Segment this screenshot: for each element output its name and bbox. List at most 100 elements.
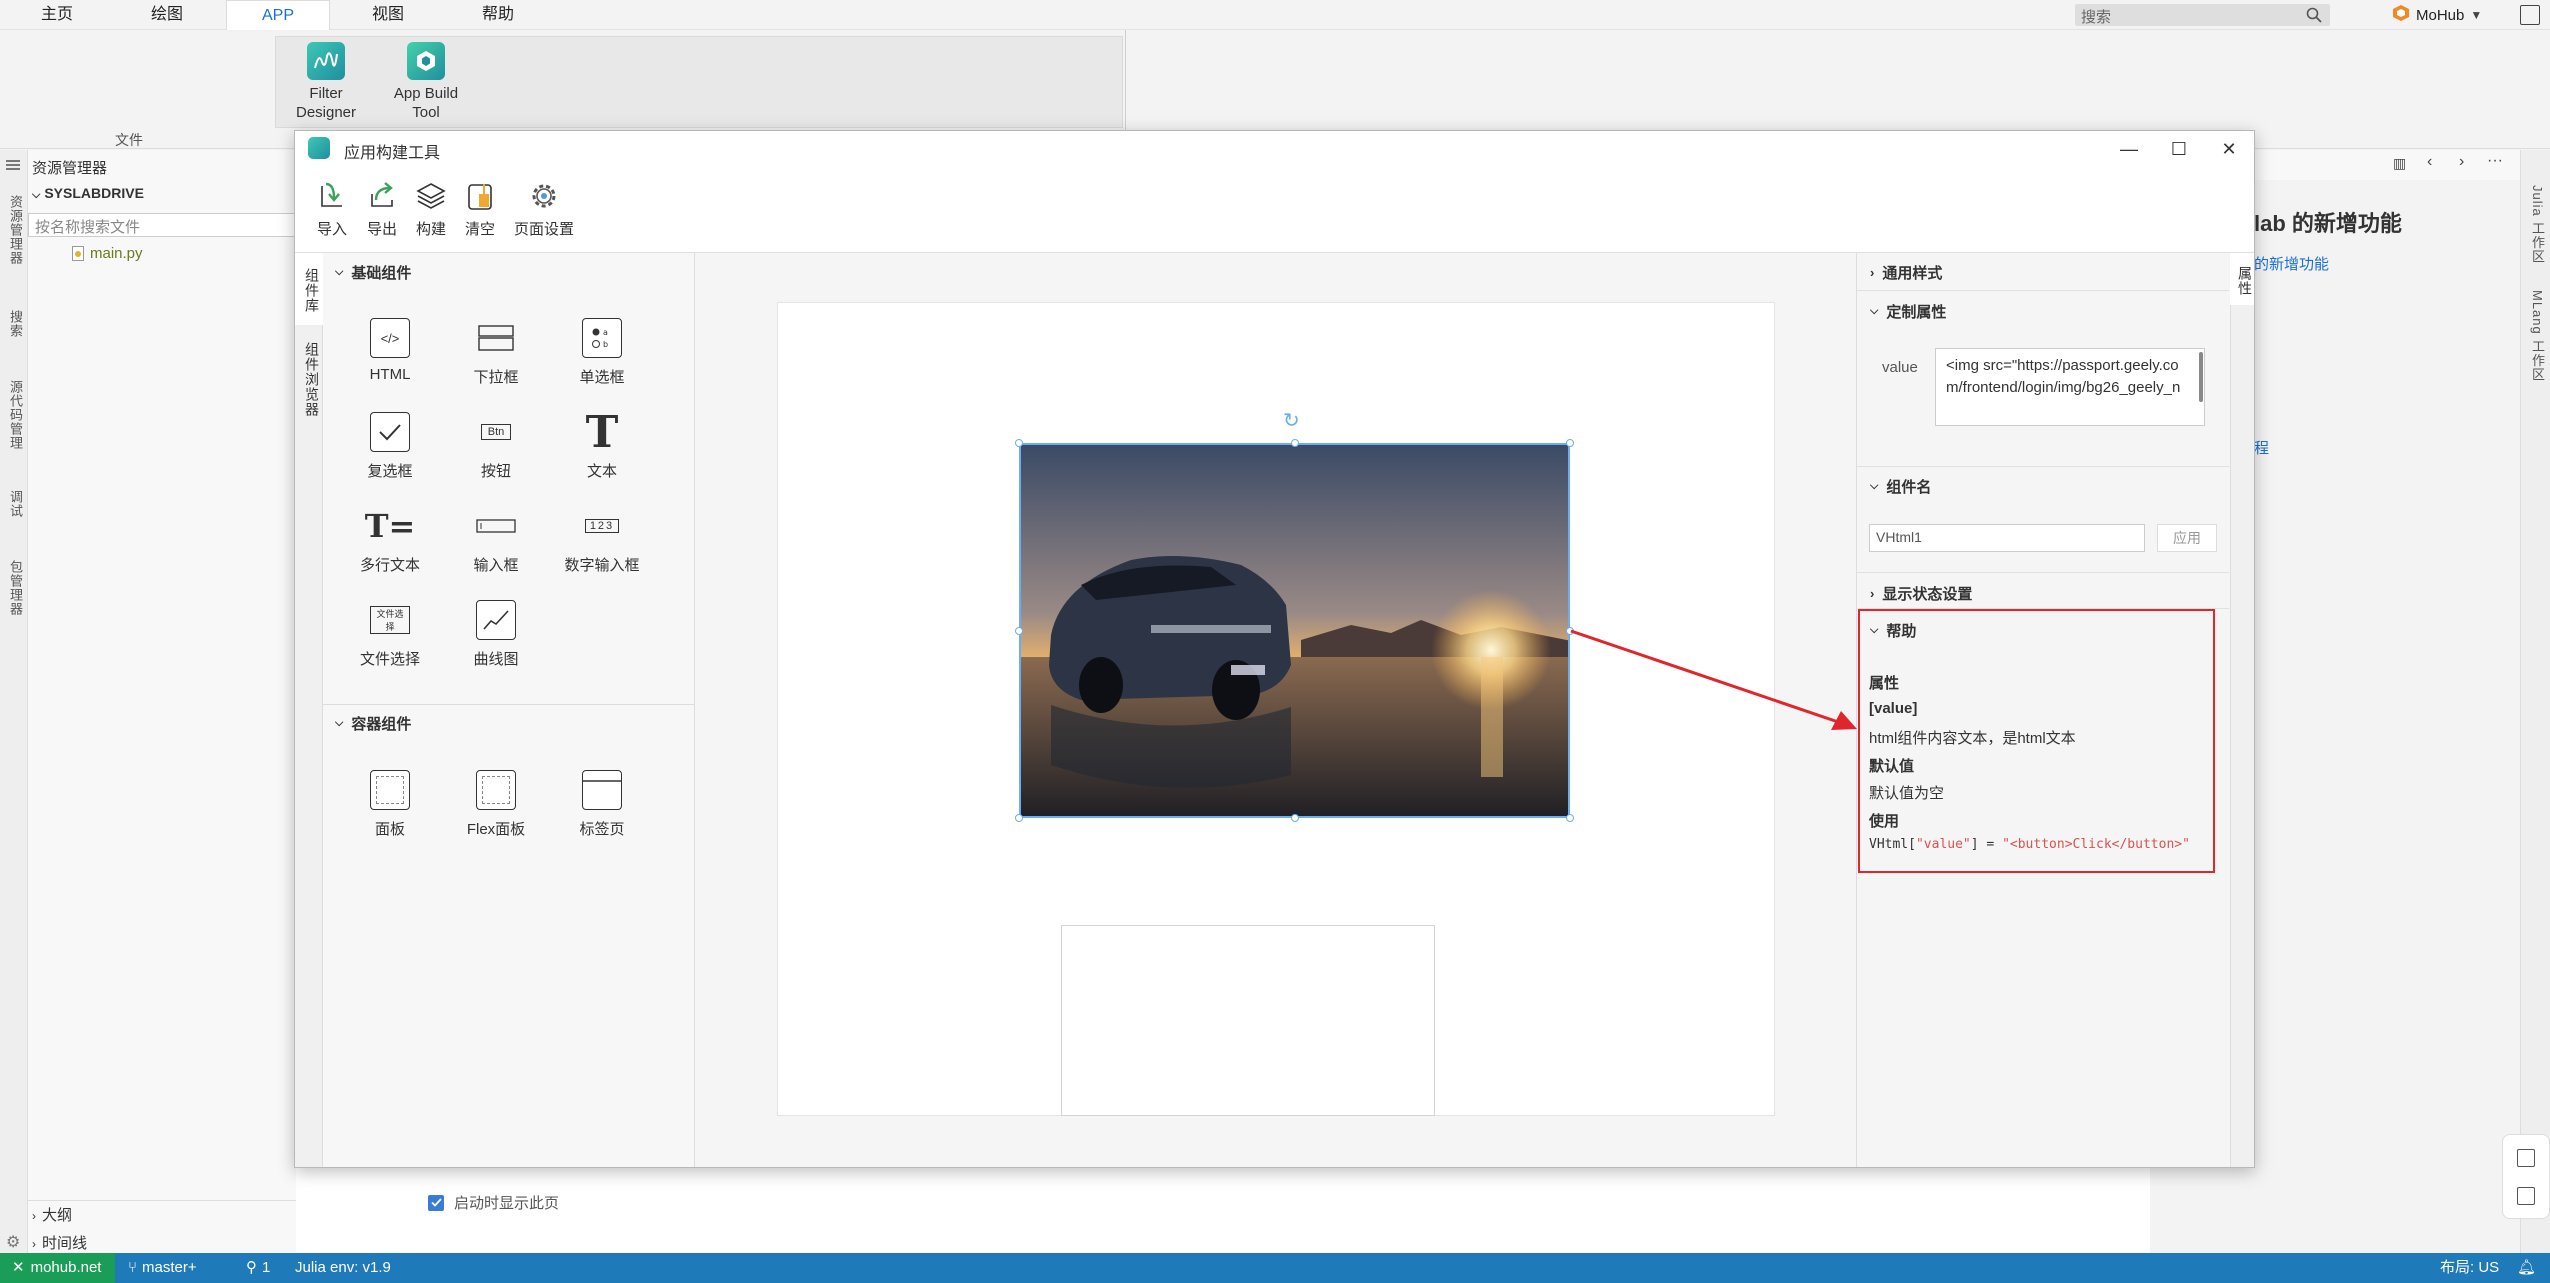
component-line-chart[interactable]: 曲线图 <box>446 600 546 669</box>
basic-components-header[interactable]: ⌵ 基础组件 <box>335 262 411 283</box>
export-icon[interactable] <box>2517 1187 2535 1205</box>
menu-tab-help[interactable]: 帮助 <box>465 0 531 30</box>
display-state-section[interactable]: › 显示状态设置 <box>1870 583 1972 604</box>
outline-section[interactable]: › 大纲 <box>32 1204 72 1225</box>
vtab-component-library[interactable]: 组件库 <box>302 268 322 313</box>
empty-container[interactable] <box>1061 925 1435 1116</box>
minimize-icon[interactable]: — <box>2114 136 2144 162</box>
activity-scm[interactable]: 源代码管理 <box>6 380 25 450</box>
page-settings-button[interactable]: 页面设置 <box>510 178 578 239</box>
activity-debug[interactable]: 调试 <box>6 490 25 518</box>
status-julia-env[interactable]: Julia env: v1.9 <box>295 1253 391 1283</box>
chevron-down-icon: ▼ <box>2470 8 2483 22</box>
code-prefix: VHtml[ <box>1869 837 1916 852</box>
input-icon <box>476 506 516 546</box>
resize-handle-sw[interactable] <box>1015 814 1023 822</box>
close-icon[interactable]: ✕ <box>2214 136 2244 162</box>
settings-gear-icon[interactable]: ⚙ <box>6 1232 20 1252</box>
mlang-workspace-tab[interactable]: MLang 工作区 <box>2528 290 2547 381</box>
status-home[interactable]: ✕ mohub.net <box>0 1253 115 1283</box>
split-editor-icon[interactable]: ▥ <box>2393 155 2406 172</box>
activity-search[interactable]: 搜索 <box>6 310 25 338</box>
timeline-section[interactable]: › 时间线 <box>32 1232 87 1253</box>
clear-label: 清空 <box>464 221 495 238</box>
editor-tab-header: ▥ ‹ › ··· <box>2215 150 2520 180</box>
status-ports[interactable]: ⚲ 1 <box>246 1253 270 1283</box>
startup-checkbox[interactable]: 启动时显示此页 <box>428 1192 559 1213</box>
explorer-search-input[interactable]: 按名称搜索文件 <box>28 213 296 237</box>
component-radio[interactable]: ab 单选框 <box>552 318 652 387</box>
menu-tab-app[interactable]: APP <box>226 0 330 30</box>
upload-icon[interactable] <box>2520 5 2540 25</box>
export-button[interactable]: 导出 <box>362 178 402 239</box>
welcome-link-tutorial[interactable]: 程 <box>2254 437 2269 458</box>
julia-workspace-tab[interactable]: Julia 工作区 <box>2528 185 2547 263</box>
resize-handle-ne[interactable] <box>1566 439 1574 447</box>
menu-icon[interactable] <box>6 160 20 162</box>
component-tabs[interactable]: 标签页 <box>552 770 652 839</box>
explorer-root-folder[interactable]: ⌵ SYSLABDRIVE <box>32 185 144 202</box>
app-build-tool-button[interactable]: App Build Tool <box>385 42 467 122</box>
search-icon[interactable] <box>2306 7 2322 27</box>
resize-handle-nw[interactable] <box>1015 439 1023 447</box>
component-multiline-text[interactable]: T= 多行文本 <box>340 506 440 575</box>
copy-icon[interactable] <box>2517 1149 2535 1167</box>
component-name-input[interactable]: VHtml1 <box>1869 524 2145 552</box>
container-components-header[interactable]: ⌵ 容器组件 <box>335 713 411 734</box>
filter-designer-button[interactable]: Filter Designer <box>290 42 362 122</box>
custom-props-section[interactable]: ⌵ 定制属性 <box>1870 301 1946 322</box>
value-scrollbar[interactable] <box>2199 352 2203 402</box>
help-value-desc: html组件内容文本，是html文本 <box>1869 730 2076 747</box>
build-button[interactable]: 构建 <box>411 178 451 239</box>
component-dropdown[interactable]: 下拉框 <box>446 318 546 387</box>
vtab-component-browser[interactable]: 组件浏览器 <box>302 342 322 417</box>
more-icon[interactable]: ··· <box>2487 152 2503 170</box>
component-text[interactable]: T 文本 <box>552 407 652 481</box>
component-name-section[interactable]: ⌵ 组件名 <box>1870 476 1931 497</box>
clear-button[interactable]: 清空 <box>460 178 500 239</box>
component-checkbox[interactable]: 复选框 <box>340 412 440 481</box>
explorer-root-label: SYSLABDRIVE <box>44 185 144 201</box>
forward-icon[interactable]: › <box>2459 153 2464 171</box>
checkbox-checked-icon[interactable] <box>428 1194 444 1211</box>
back-icon[interactable]: ‹ <box>2427 153 2432 171</box>
help-section[interactable]: ⌵ 帮助 <box>1870 620 1916 641</box>
status-branch[interactable]: ⑂ master+ <box>128 1253 197 1283</box>
apply-button[interactable]: 应用 <box>2157 524 2217 552</box>
menu-tab-home[interactable]: 主页 <box>24 0 90 30</box>
search-input[interactable]: 搜索 <box>2075 4 2330 26</box>
component-button[interactable]: Btn 按钮 <box>446 412 546 481</box>
vtab-properties[interactable]: 属性 <box>2235 266 2255 296</box>
status-layout[interactable]: 布局: US <box>2440 1253 2499 1283</box>
resize-handle-w[interactable] <box>1015 627 1023 635</box>
component-flex-panel[interactable]: Flex面板 <box>446 770 546 839</box>
bell-icon[interactable]: 🔔︎ <box>2517 1253 2536 1283</box>
activity-explorer[interactable]: 资源管理器 <box>6 195 25 265</box>
component-panel[interactable]: 面板 <box>340 770 440 839</box>
maximize-icon[interactable]: ☐ <box>2164 136 2194 162</box>
component-html[interactable]: </> HTML <box>340 318 440 383</box>
button-icon: Btn <box>476 412 516 452</box>
resize-handle-se[interactable] <box>1566 814 1574 822</box>
file-item-main-py[interactable]: main.py <box>72 245 143 262</box>
menu-tab-plot[interactable]: 绘图 <box>134 0 200 30</box>
radio-icon: ab <box>582 318 622 358</box>
component-line-chart-label: 曲线图 <box>473 651 519 668</box>
resize-handle-s[interactable] <box>1291 814 1299 822</box>
page-settings-label: 页面设置 <box>513 221 574 238</box>
component-file-select[interactable]: 文件选择 文件选择 <box>340 600 440 669</box>
import-button[interactable]: 导入 <box>312 178 352 239</box>
rotate-icon[interactable]: ↻ <box>1283 408 1300 433</box>
html-component-image[interactable] <box>1019 443 1570 818</box>
car-photo <box>1021 445 1568 816</box>
menu-tab-view[interactable]: 视图 <box>355 0 421 30</box>
common-style-section[interactable]: › 通用样式 <box>1870 262 1942 283</box>
component-input[interactable]: 输入框 <box>446 506 546 575</box>
activity-packages[interactable]: 包管理器 <box>6 560 25 616</box>
value-field-label: value <box>1882 359 1918 376</box>
user-menu[interactable]: MoHub ▼ <box>2392 4 2482 26</box>
resize-handle-n[interactable] <box>1291 439 1299 447</box>
component-number-input[interactable]: 123 数字输入框 <box>552 506 652 575</box>
welcome-link-whatsnew[interactable]: 的新增功能 <box>2254 253 2329 274</box>
value-textarea[interactable]: <img src="https://passport.geely.com/fro… <box>1935 348 2205 426</box>
